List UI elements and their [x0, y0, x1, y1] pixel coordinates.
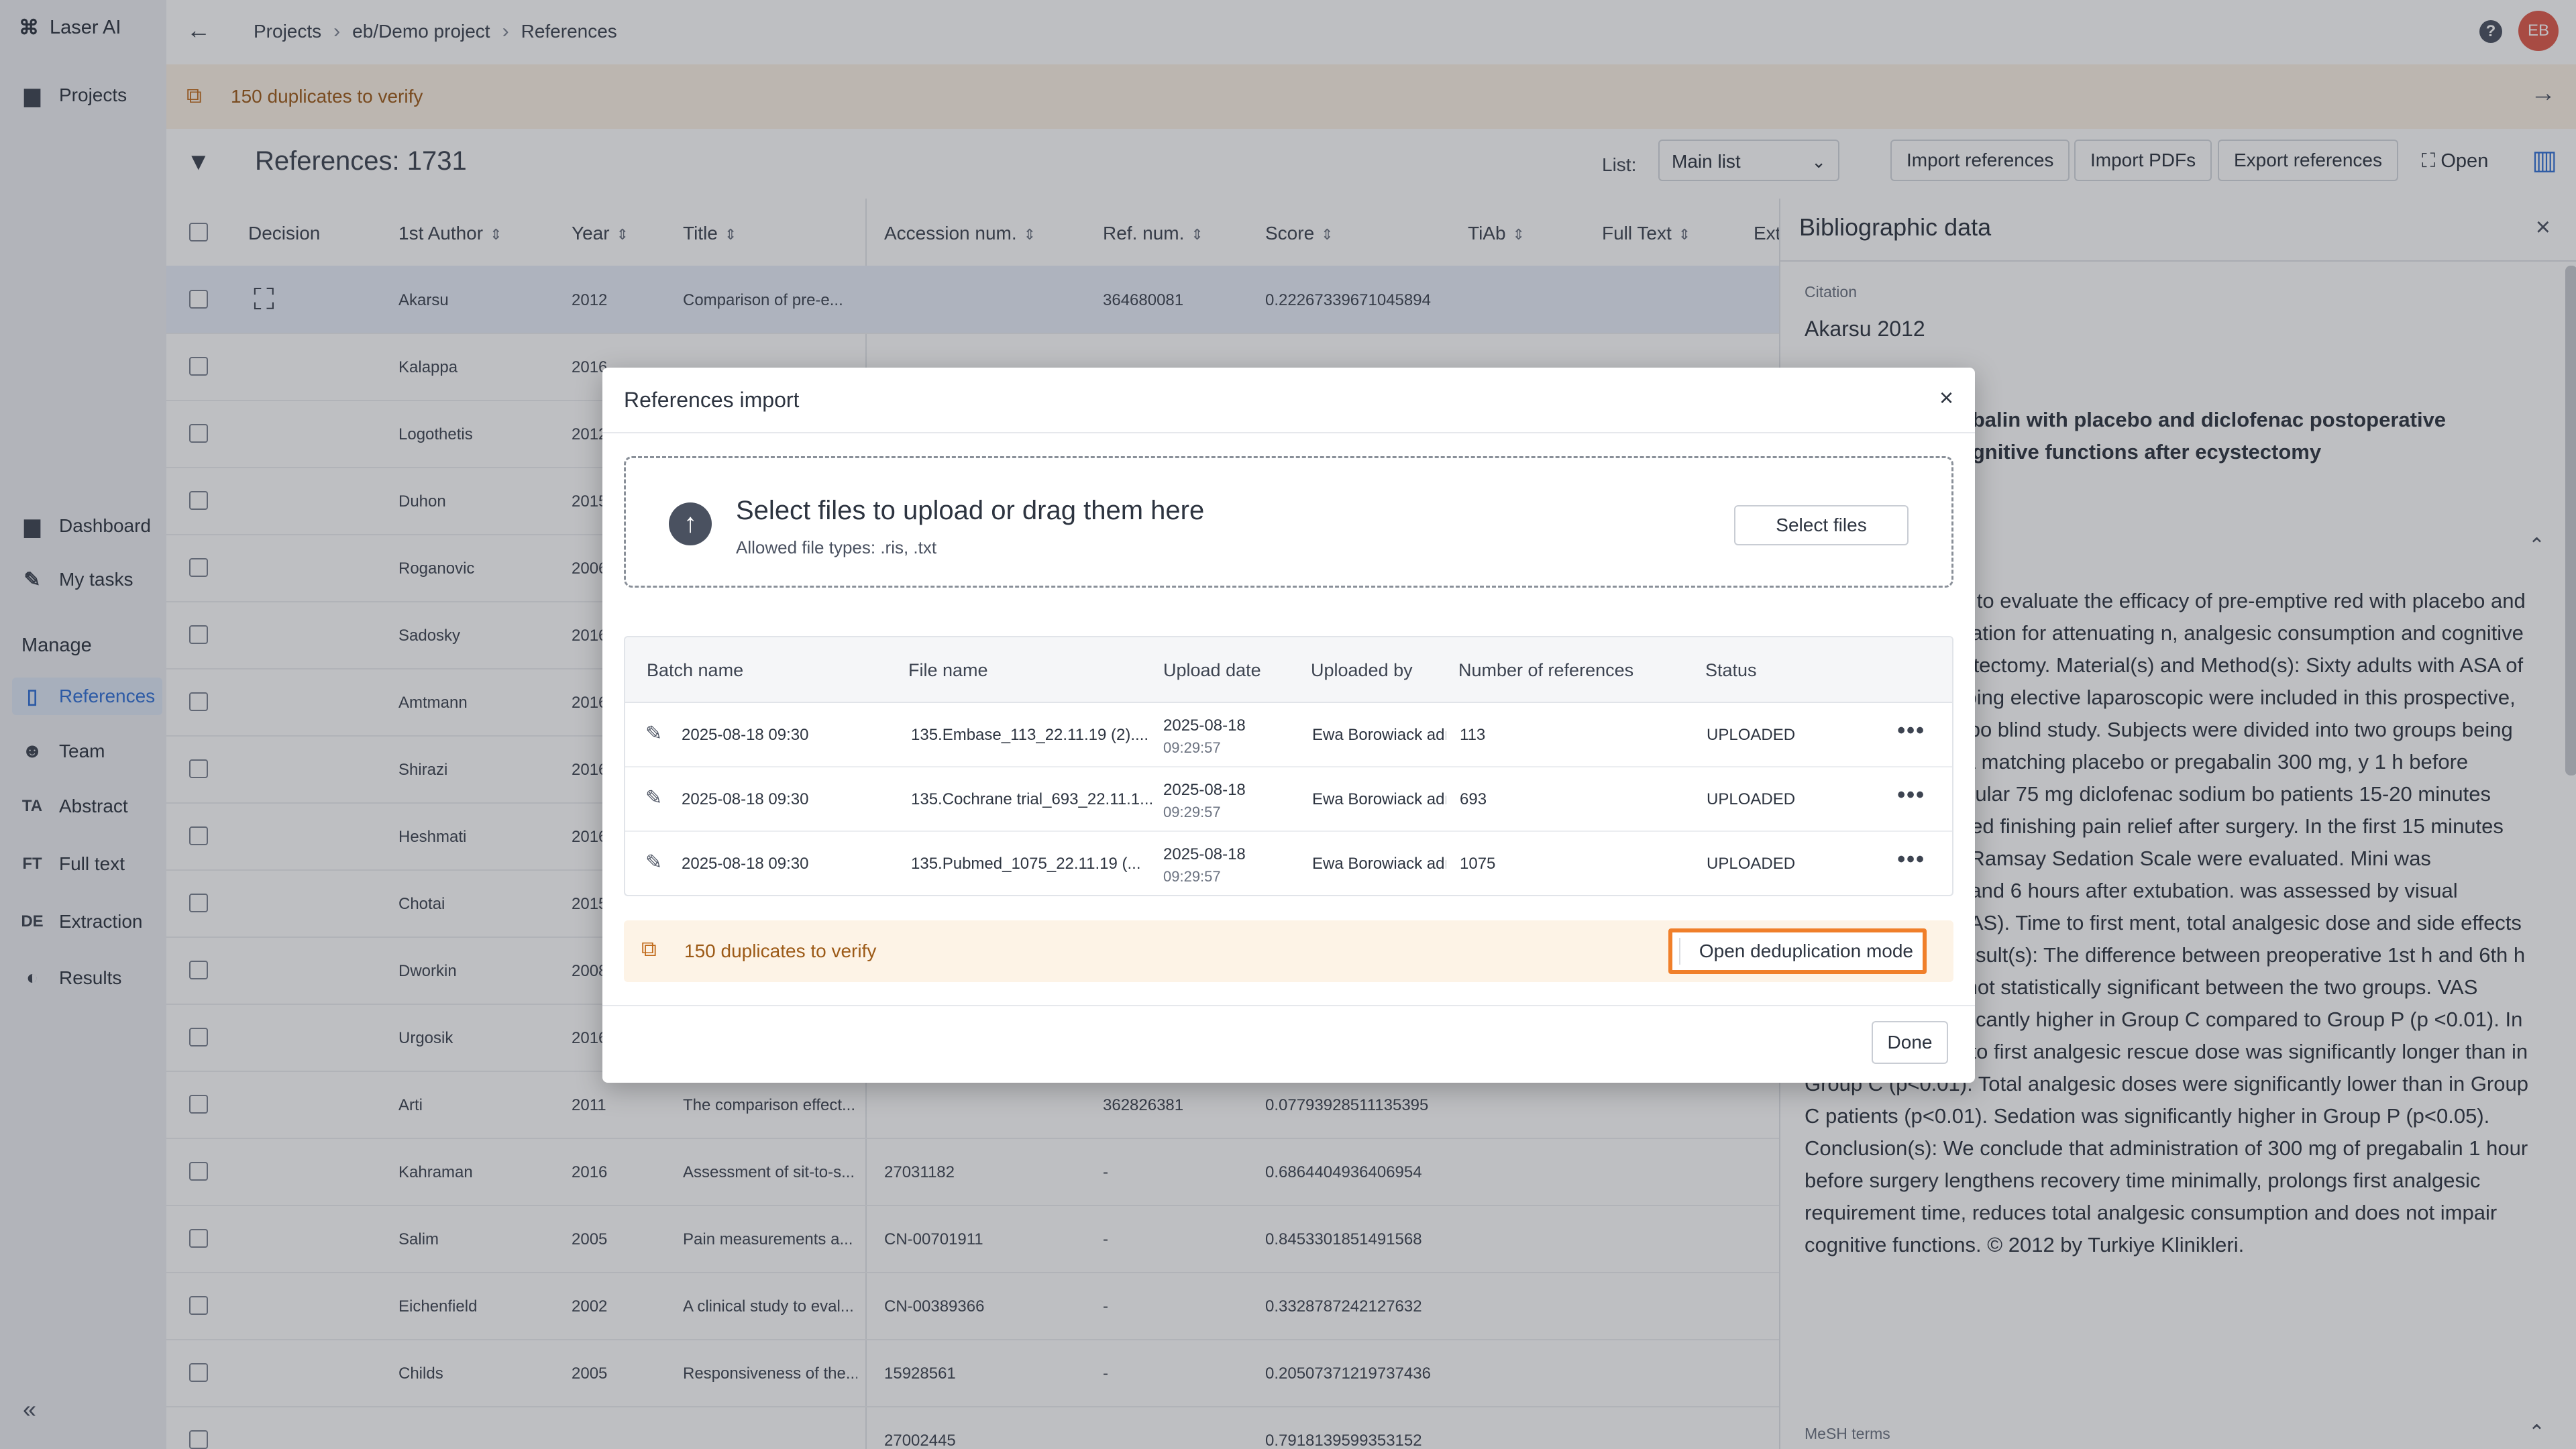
cell-reference-count: 1075	[1460, 855, 1496, 873]
more-options-icon[interactable]: •••	[1897, 782, 1925, 808]
table-row: ✎ 2025-08-18 09:30 135.Cochrane trial_693_…	[625, 766, 1952, 832]
dropzone-title: Select files to upload or drag them here	[736, 496, 1205, 525]
close-icon[interactable]: ×	[1939, 384, 1953, 412]
cell-file-name: 135.Cochrane trial_693_22.11.1...	[911, 790, 1152, 808]
cell-upload-date: 2025-08-18	[1163, 781, 1246, 799]
cell-upload-time: 09:29:57	[1163, 868, 1221, 885]
table-row: ✎ 2025-08-18 09:30 135.Embase_113_22.11.19…	[625, 702, 1952, 767]
col-batch-name: Batch name	[647, 660, 744, 680]
cell-batch-name: 2025-08-18 09:30	[682, 726, 809, 744]
table-header: Batch name File name Upload date Uploade…	[625, 637, 1952, 703]
cell-uploaded-by: Ewa Borowiack adı	[1312, 790, 1446, 808]
table-row: ✎ 2025-08-18 09:30 135.Pubmed_1075_22.11.1…	[625, 830, 1952, 895]
cell-reference-count: 693	[1460, 790, 1487, 808]
cell-batch-name: 2025-08-18 09:30	[682, 790, 809, 808]
dropzone-subtitle: Allowed file types: .ris, .txt	[736, 537, 937, 557]
cell-reference-count: 113	[1460, 726, 1486, 744]
col-file-name: File name	[908, 660, 988, 680]
copy-icon: ⧉	[641, 936, 657, 961]
col-number-of-references: Number of references	[1458, 660, 1634, 680]
cell-upload-time: 09:29:57	[1163, 739, 1221, 756]
cell-file-name: 135.Pubmed_1075_22.11.19 (...	[911, 855, 1141, 873]
divider	[602, 432, 1975, 433]
cell-status: UPLOADED	[1707, 790, 1796, 808]
cell-uploaded-by: Ewa Borowiack adı	[1312, 855, 1446, 873]
cell-batch-name: 2025-08-18 09:30	[682, 855, 809, 873]
cell-file-name: 135.Embase_113_22.11.19 (2)....	[911, 726, 1149, 744]
cell-upload-date: 2025-08-18	[1163, 845, 1246, 863]
cell-uploaded-by: Ewa Borowiack adı	[1312, 726, 1446, 744]
duplicates-text: 150 duplicates to verify	[684, 941, 877, 961]
references-import-modal: References import × ↑ Select files to up…	[602, 368, 1975, 1083]
cell-upload-time: 09:29:57	[1163, 804, 1221, 820]
col-upload-date: Upload date	[1163, 660, 1261, 680]
more-options-icon[interactable]: •••	[1897, 847, 1925, 873]
cell-upload-date: 2025-08-18	[1163, 716, 1246, 735]
cell-status: UPLOADED	[1707, 726, 1796, 744]
modal-duplicates-banner: ⧉ 150 duplicates to verify Open deduplic…	[624, 920, 1953, 982]
file-dropzone[interactable]: ↑ Select files to upload or drag them he…	[624, 456, 1953, 588]
import-batches-table: Batch name File name Upload date Uploade…	[624, 636, 1953, 896]
edit-icon[interactable]: ✎	[645, 786, 662, 810]
modal-title: References import	[624, 388, 800, 412]
more-options-icon[interactable]: •••	[1897, 718, 1925, 744]
edit-icon[interactable]: ✎	[645, 851, 662, 874]
done-button[interactable]: Done	[1872, 1021, 1948, 1064]
divider	[602, 1005, 1975, 1006]
col-uploaded-by: Uploaded by	[1311, 660, 1413, 680]
edit-icon[interactable]: ✎	[645, 722, 662, 745]
col-status: Status	[1705, 660, 1757, 680]
cell-status: UPLOADED	[1707, 855, 1796, 873]
open-deduplication-mode-button[interactable]: Open deduplication mode	[1668, 928, 1927, 974]
upload-arrow-icon: ↑	[669, 502, 712, 545]
select-files-button[interactable]: Select files	[1734, 505, 1909, 545]
